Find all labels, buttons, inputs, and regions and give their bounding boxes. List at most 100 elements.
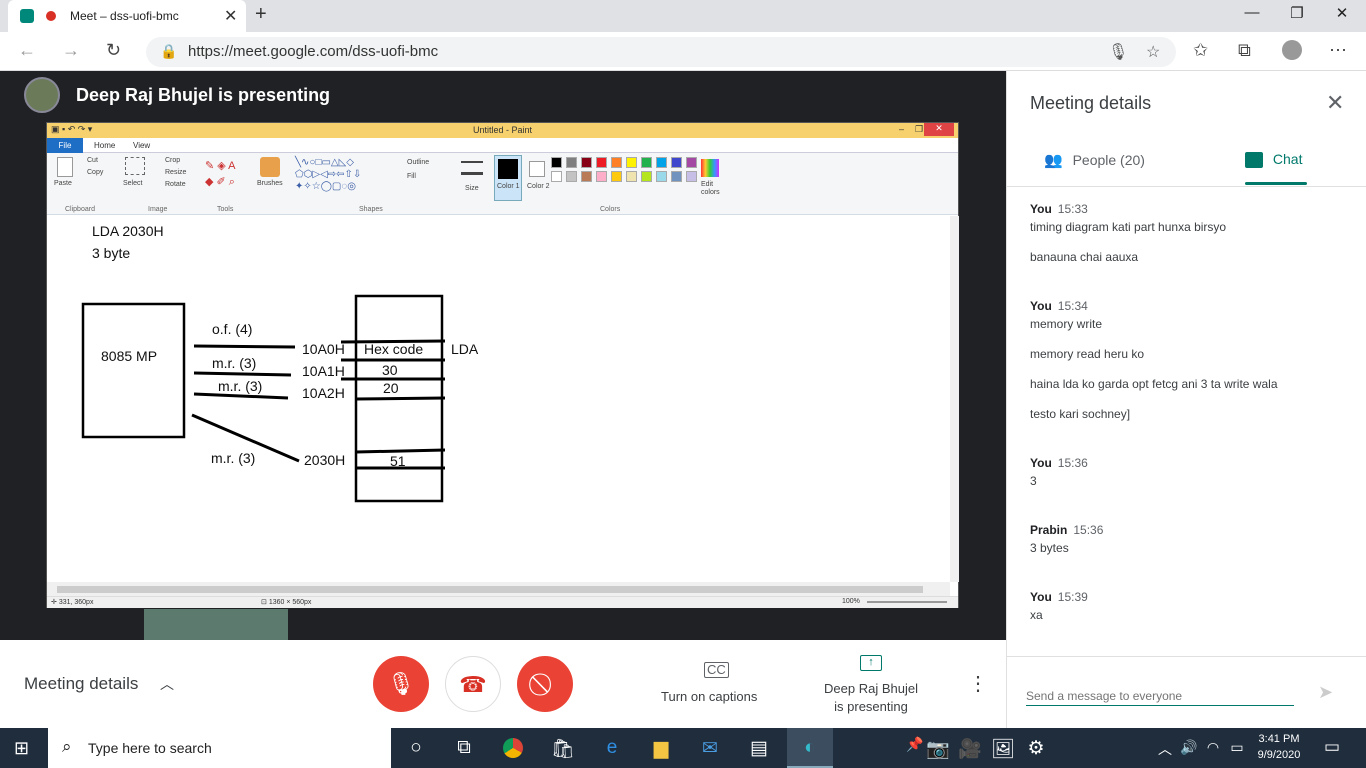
chat-message-input[interactable] [1026, 686, 1294, 706]
mail-icon[interactable]: ✉ [695, 737, 725, 760]
mic-off-button[interactable]: 🎙 [373, 656, 429, 712]
select-label: Select [123, 180, 143, 187]
canvas-size-text: 1360 × 560px [268, 599, 312, 606]
leave-call-button[interactable]: ☎ [445, 656, 501, 712]
more-options-icon[interactable]: ⋯ [1329, 40, 1347, 61]
chrome-icon[interactable] [498, 737, 528, 759]
chevron-up-icon[interactable]: ︿ [160, 674, 174, 694]
tab-chat[interactable]: Chat [1245, 151, 1302, 169]
favorites-icon[interactable]: ✩ [1193, 40, 1208, 61]
refresh-icon[interactable]: ↻ [106, 40, 121, 61]
palette-swatch [581, 171, 592, 182]
palette-swatch [671, 157, 682, 168]
cell-51: 51 [390, 453, 406, 469]
chat-time: 15:36 [1073, 523, 1104, 537]
paint-ribbon-tabs: File Home View [47, 138, 958, 153]
panel-close-icon[interactable]: ✕ [1326, 90, 1344, 116]
paint-title-bar: ▣ ▪ ↶ ↷ ▾ Untitled - Paint – ❐ ✕ [47, 123, 958, 138]
outline-label: Outline [407, 159, 430, 166]
window-restore-button[interactable]: ❐ [1277, 4, 1317, 22]
clipboard-group-label: Clipboard [65, 206, 95, 213]
brushes-label: Brushes [257, 180, 283, 187]
chat-sender: Prabin [1030, 523, 1068, 537]
camera-off-button[interactable]: ⃠ [517, 656, 573, 712]
palette-swatch [551, 171, 562, 182]
presenter-avatar [24, 77, 60, 113]
paint-canvas: LDA 2030H 3 byte 8085 MP o.f. (4) m.r. (… [47, 216, 950, 582]
favorite-star-icon[interactable]: ☆ [1146, 42, 1160, 62]
present-icon[interactable]: ↑ [860, 655, 882, 671]
palette-swatch [641, 157, 652, 168]
cell-hex-code: Hex code [364, 341, 424, 357]
copy-label: Copy [87, 169, 104, 176]
captions-icon[interactable]: CC [704, 662, 729, 678]
paint-vertical-scrollbar [950, 216, 959, 582]
forward-arrow-icon[interactable]: → [62, 40, 80, 61]
address-bar[interactable]: 🔒 https://meet.google.com/dss-uofi-bmc 🎙… [146, 37, 1176, 67]
pencil-tools-icon: ✎ ◈ A [205, 160, 236, 172]
cell-20: 20 [383, 380, 399, 396]
size-icon [461, 161, 483, 175]
captions-button[interactable]: Turn on captions [661, 689, 757, 704]
task-view-icon[interactable]: ⧉ [449, 737, 479, 759]
paint-window: ▣ ▪ ↶ ↷ ▾ Untitled - Paint – ❐ ✕ File Ho… [46, 122, 959, 608]
battery-icon[interactable]: ▭ [1222, 739, 1252, 756]
collections-icon[interactable]: ⧉ [1238, 40, 1251, 61]
tab-people[interactable]: 👥 People (20) [1044, 151, 1145, 169]
paint-ribbon: Paste Cut Copy Clipboard Select Crop Res… [47, 153, 958, 215]
more-options-vertical-icon[interactable]: ⋮ [968, 671, 988, 696]
windows-start-icon[interactable]: ⊞ [14, 738, 29, 759]
new-tab-button[interactable]: + [255, 3, 267, 26]
chat-tab-indicator [1245, 182, 1307, 185]
taskbar-clock[interactable]: 3:41 PM 9/9/2020 [1252, 731, 1306, 763]
color2-swatch [529, 161, 545, 177]
shapes-gallery-icon: ╲∿○□▭△◺◇ ⬠⬡▷◁⇨⇦⇧⇩ ✦✧☆◯▢◌◎ [295, 157, 362, 192]
lock-icon: 🔒 [160, 43, 178, 59]
cell-30: 30 [382, 362, 398, 378]
paint-scroll-thumb [57, 586, 923, 593]
palette-swatch [566, 171, 577, 182]
settings-gear-icon[interactable]: ⚙ [1021, 737, 1051, 760]
participant-thumbnail [144, 609, 288, 640]
camera-app-icon[interactable]: 📷 [923, 737, 953, 761]
window-close-button[interactable]: ✕ [1322, 4, 1362, 22]
color-palette [551, 157, 701, 203]
people-icon: 👥 [1044, 152, 1063, 169]
photos-icon[interactable]: 🖼 [988, 737, 1018, 761]
send-icon[interactable]: ➤ [1318, 682, 1333, 703]
browser-tab[interactable]: Meet – dss-uofi-bmc ✕ [8, 0, 246, 32]
palette-swatch [611, 171, 622, 182]
notification-icon[interactable]: ▭ [1324, 737, 1340, 757]
chat-message: You 15:39 xa [1030, 590, 1350, 623]
store-icon[interactable]: 🛍 [548, 737, 578, 761]
window-minimize-button[interactable]: — [1232, 4, 1272, 21]
chat-message: Prabin 15:36 3 bytes [1030, 523, 1350, 556]
back-arrow-icon[interactable]: ← [18, 40, 36, 61]
browser-tab-bar: Meet – dss-uofi-bmc ✕ + — ❐ ✕ [0, 0, 1366, 32]
url-text[interactable]: https://meet.google.com/dss-uofi-bmc [188, 43, 438, 60]
presenting-button[interactable]: Deep Raj Bhujel is presenting [820, 680, 922, 716]
video-icon[interactable]: 🎥 [955, 737, 985, 761]
edge-icon[interactable]: ◐ [795, 737, 825, 759]
meeting-details-button[interactable]: Meeting details [24, 674, 138, 694]
tab-close-icon[interactable]: ✕ [224, 6, 237, 26]
tools-group-label: Tools [217, 206, 234, 213]
paste-label: Paste [54, 180, 72, 187]
zoom-level: 100% [842, 598, 860, 605]
paint-tab-view: View [133, 141, 151, 150]
taskbar-search-box[interactable]: ⌕ Type here to search [48, 728, 391, 768]
paint-tab-file: File [47, 138, 83, 153]
chat-text: 3 bytes [1030, 541, 1069, 555]
edge-legacy-icon[interactable]: e [597, 737, 627, 759]
app-icon[interactable]: ▤ [744, 737, 774, 760]
palette-swatch [626, 171, 637, 182]
cursor-position-text: 331, 360px [58, 599, 94, 606]
cortana-icon[interactable]: ○ [401, 737, 431, 759]
paint-tab-home: Home [94, 141, 116, 150]
palette-swatch [686, 171, 697, 182]
label-mr3: m.r. (3) [211, 450, 256, 466]
microphone-icon[interactable]: 🎙 [1108, 42, 1128, 62]
taskbar-search-placeholder: Type here to search [88, 740, 212, 756]
profile-avatar[interactable] [1282, 40, 1302, 60]
file-explorer-icon[interactable]: ▆ [646, 737, 676, 760]
